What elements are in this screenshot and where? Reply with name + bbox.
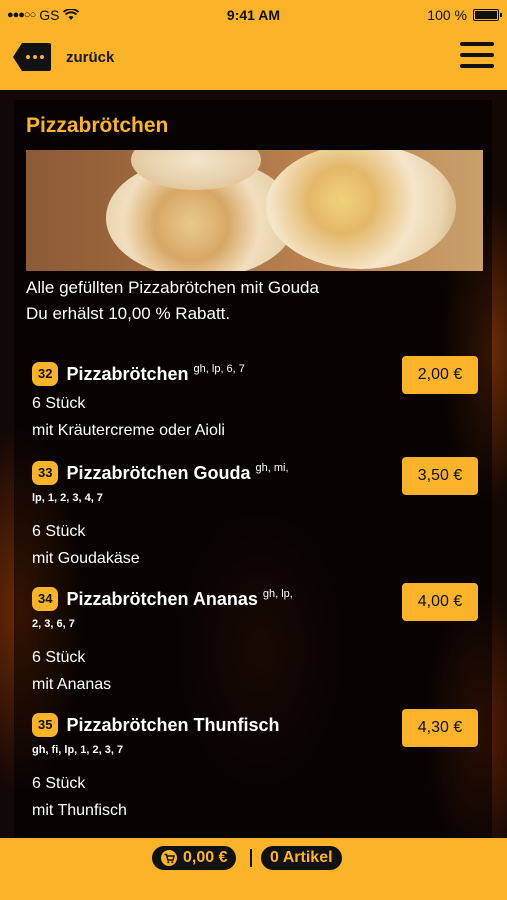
section-description: Alle gefüllten Pizzabrötchen mit Gouda D… [26, 275, 319, 327]
cart-count: 0 Artikel [270, 849, 333, 866]
item-allergens: gh, mi, [255, 462, 289, 474]
battery-percent: 100 % [427, 7, 467, 23]
back-label: zurück [66, 48, 115, 66]
price-button[interactable]: 2,00 € [402, 356, 478, 394]
item-allergens: gh, lp, [262, 588, 293, 600]
menu-item: 33 Pizzabrötchen Gouda gh, mi, lp, 1, 2,… [32, 457, 478, 572]
item-allergens: gh, lp, 6, 7 [193, 363, 245, 375]
status-right: 100 % [427, 7, 502, 23]
back-button[interactable]: zurück [12, 42, 114, 72]
item-detail: mit Kräutercreme oder Aioli [32, 422, 225, 439]
section-title: Pizzabrötchen [26, 114, 169, 137]
cart-icon [161, 850, 177, 866]
price-button[interactable]: 4,00 € [402, 583, 478, 621]
price-button[interactable]: 3,50 € [402, 457, 478, 495]
item-number-badge: 34 [32, 587, 59, 611]
item-name: Pizzabrötchen Gouda [66, 463, 251, 483]
item-number-badge: 32 [32, 362, 59, 386]
item-detail: mit Ananas [32, 676, 112, 693]
item-quantity: 6 Stück [32, 395, 86, 412]
status-bar: ●●●○○ GS 9:41 AM 100 % [0, 0, 507, 30]
item-quantity: 6 Stück [32, 775, 86, 792]
item-detail: mit Thunfisch [32, 802, 127, 819]
item-name: Pizzabrötchen [66, 364, 189, 384]
item-quantity: 6 Stück [32, 649, 86, 666]
description-line-1: Alle gefüllten Pizzabrötchen mit Gouda [26, 278, 319, 297]
hero-image [26, 150, 483, 271]
cart-count-button[interactable]: 0 Artikel [261, 846, 342, 870]
cart-total-button[interactable]: 0,00 € [152, 846, 237, 870]
nav-bar: zurück [0, 30, 507, 90]
menu-item: 32 Pizzabrötchen gh, lp, 6, 7 6 Stück mi… [32, 356, 478, 444]
price-button[interactable]: 4,30 € [402, 709, 478, 747]
item-detail: mit Goudakäse [32, 550, 140, 567]
description-line-2: Du erhälst 10,00 % Rabatt. [26, 304, 231, 323]
battery-icon [473, 9, 502, 21]
menu-icon[interactable] [460, 42, 494, 72]
cart-total: 0,00 € [183, 849, 228, 866]
cart-divider [250, 849, 252, 867]
back-tag-icon [13, 43, 51, 71]
item-name: Pizzabrötchen Ananas [66, 589, 258, 609]
item-name: Pizzabrötchen Thunfisch [66, 715, 280, 735]
item-number-badge: 35 [32, 713, 59, 737]
item-number-badge: 33 [32, 461, 59, 485]
item-quantity: 6 Stück [32, 523, 86, 540]
cart-bar: 0,00 € 0 Artikel [0, 838, 507, 900]
menu-item: 34 Pizzabrötchen Ananas gh, lp, 2, 3, 6,… [32, 583, 478, 698]
menu-item: 35 Pizzabrötchen Thunfisch gh, fi, lp, 1… [32, 709, 478, 824]
